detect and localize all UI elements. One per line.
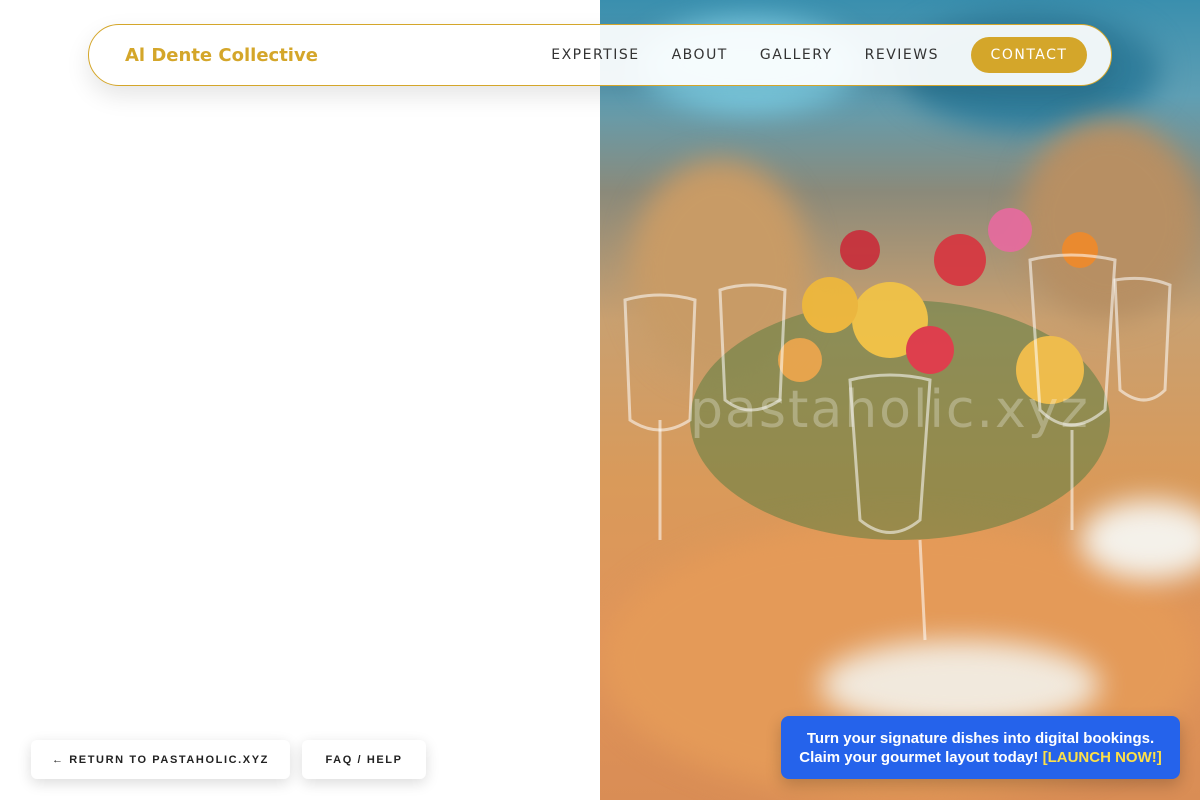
nav-link-about[interactable]: ABOUT [672, 47, 728, 63]
promo-cta-link[interactable]: [LAUNCH NOW!] [1043, 749, 1162, 766]
nav-link-reviews[interactable]: REVIEWS [865, 47, 939, 63]
promo-line-2-text: Claim your gourmet layout today! [799, 748, 1039, 766]
contact-button[interactable]: CONTACT [971, 37, 1087, 73]
main-navbar: Al Dente Collective EXPERTISE ABOUT GALL… [88, 24, 1112, 86]
promo-banner[interactable]: Turn your signature dishes into digital … [781, 716, 1180, 779]
nav-links: EXPERTISE ABOUT GALLERY REVIEWS CONTACT [519, 37, 1087, 73]
promo-line-2: Claim your gourmet layout today! [LAUNCH… [781, 748, 1180, 767]
nav-link-expertise[interactable]: EXPERTISE [551, 47, 639, 63]
nav-link-gallery[interactable]: GALLERY [760, 47, 833, 63]
faq-help-button[interactable]: FAQ / HELP [302, 740, 426, 779]
watermark-text: pastaholic.xyz [690, 380, 1090, 440]
brand-logo[interactable]: Al Dente Collective [125, 45, 318, 66]
return-button[interactable]: ← RETURN TO PASTAHOLIC.XYZ [31, 740, 290, 779]
promo-line-1: Turn your signature dishes into digital … [806, 729, 1155, 747]
